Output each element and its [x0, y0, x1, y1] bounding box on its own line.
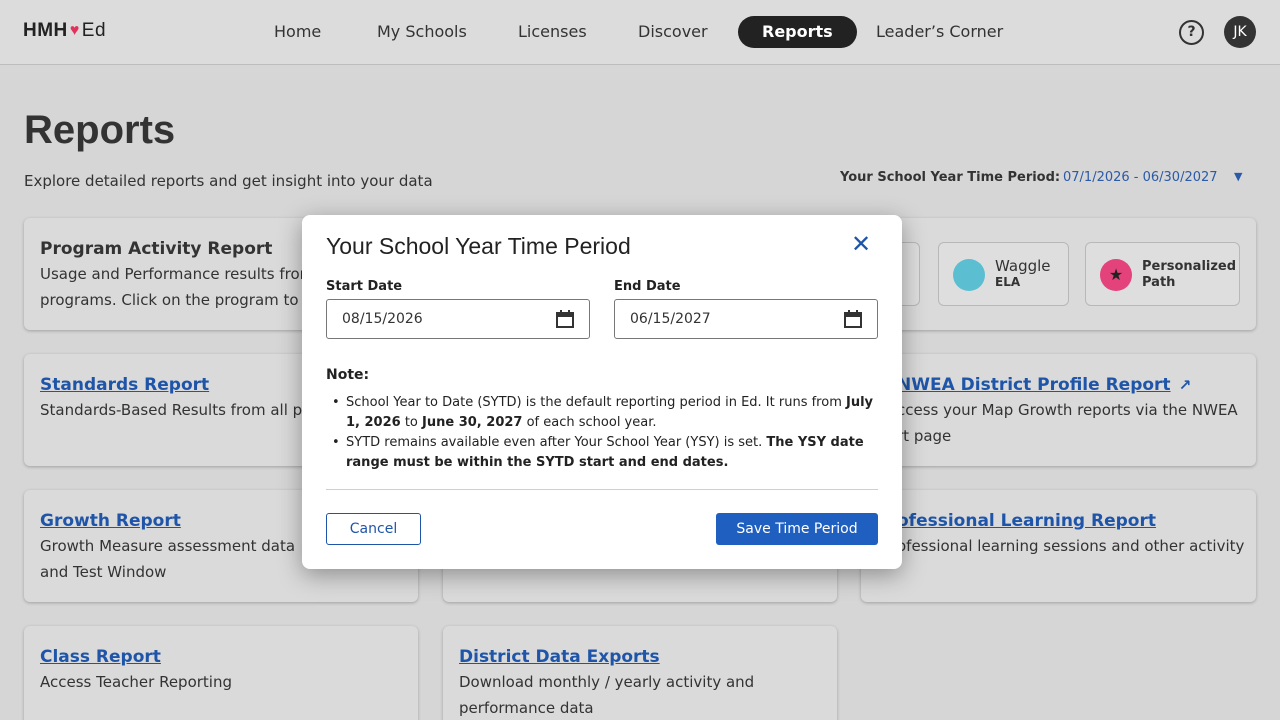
time-period-dropdown[interactable]: 07/1/2026 - 06/30/2027 [1063, 170, 1218, 185]
nav-licenses[interactable]: Licenses [494, 16, 611, 48]
end-date-label: End Date [614, 279, 681, 294]
district-data-exports-desc-1: Download monthly / yearly activity and [459, 673, 755, 691]
external-link-icon: ↗ [1178, 376, 1192, 394]
logo-ed-text: Ed [81, 20, 107, 41]
class-report-link[interactable]: Class Report [40, 647, 161, 667]
logo-text: HMH [23, 20, 68, 41]
growth-report-desc-1: Growth Measure assessment data [40, 537, 296, 555]
class-report-desc: Access Teacher Reporting [40, 673, 232, 691]
standards-report-desc: Standards-Based Results from all p [40, 401, 303, 419]
calendar-icon[interactable] [843, 309, 863, 329]
user-avatar[interactable]: JK [1224, 16, 1256, 48]
top-navigation-bar: HMH ♥ Ed Home My Schools Licenses Discov… [0, 0, 1280, 65]
caret-down-icon[interactable]: ▼ [1234, 170, 1242, 183]
nav-reports[interactable]: Reports [738, 16, 857, 48]
note-1-text-c: to [400, 415, 423, 430]
page-title: Reports [24, 108, 176, 152]
professional-learning-desc: ofessional learning sessions and other a… [897, 537, 1245, 555]
program-button-personalized-path[interactable]: ★ Personalized Path [1085, 242, 1240, 306]
note-item-ysy: SYTD remains available even after Your S… [332, 433, 882, 473]
start-date-field[interactable]: 08/15/2026 [326, 299, 590, 339]
waggle-sub: ELA [995, 275, 1021, 289]
district-data-exports-card[interactable]: District Data Exports Download monthly /… [443, 626, 837, 720]
district-data-exports-link[interactable]: District Data Exports [459, 647, 660, 667]
note-list: School Year to Date (SYTD) is the defaul… [332, 393, 882, 473]
page-subtitle: Explore detailed reports and get insight… [24, 172, 433, 190]
personalized-path-line2: Path [1142, 275, 1176, 290]
nwea-report-desc-2: rt page [897, 427, 952, 445]
modal-title: Your School Year Time Period [326, 233, 631, 259]
growth-report-link[interactable]: Growth Report [40, 511, 181, 531]
waggle-label: Waggle ELA [995, 258, 1051, 290]
note-2-text-a: SYTD remains available even after Your S… [346, 435, 767, 450]
help-icon[interactable]: ? [1179, 20, 1204, 45]
close-icon[interactable]: ✕ [848, 231, 874, 257]
program-button-waggle[interactable]: Waggle ELA [938, 242, 1069, 306]
time-period-label: Your School Year Time Period: [840, 170, 1061, 185]
save-time-period-button[interactable]: Save Time Period [716, 513, 878, 545]
note-1-text-a: School Year to Date (SYTD) is the defaul… [346, 395, 846, 410]
district-data-exports-desc-2: performance data [459, 699, 594, 717]
nwea-report-card[interactable]: NWEA District Profile Report ↗ ccess your… [861, 354, 1256, 466]
note-title: Note: [326, 367, 370, 383]
program-activity-title: Program Activity Report [40, 239, 273, 259]
personalized-path-line1: Personalized [1142, 259, 1237, 274]
time-period-modal: Your School Year Time Period ✕ Start Dat… [302, 215, 902, 569]
start-date-label: Start Date [326, 279, 403, 294]
nav-leaders-corner[interactable]: Leader’s Corner [852, 16, 1027, 48]
nwea-report-title: NWEA District Profile Report [897, 375, 1171, 395]
class-report-card[interactable]: Class Report Access Teacher Reporting [24, 626, 418, 720]
standards-report-link[interactable]: Standards Report [40, 375, 209, 395]
personalized-path-label: Personalized Path [1142, 259, 1236, 291]
start-date-value: 08/15/2026 [342, 311, 423, 327]
calendar-icon[interactable] [555, 309, 575, 329]
note-1-end-date: June 30, 2027 [422, 415, 523, 430]
nav-discover[interactable]: Discover [614, 16, 732, 48]
star-icon: ★ [1100, 259, 1132, 291]
professional-learning-link[interactable]: ofessional Learning Report [897, 511, 1156, 531]
hmh-ed-logo[interactable]: HMH ♥ Ed [23, 20, 106, 42]
end-date-field[interactable]: 06/15/2027 [614, 299, 878, 339]
nav-home[interactable]: Home [250, 16, 345, 48]
note-1-text-e: of each school year. [522, 415, 657, 430]
waggle-avatar-icon [953, 259, 985, 291]
end-date-value: 06/15/2027 [630, 311, 711, 327]
modal-divider [326, 489, 878, 490]
nwea-report-desc-1: ccess your Map Growth reports via the NW… [897, 401, 1238, 419]
nav-my-schools[interactable]: My Schools [353, 16, 491, 48]
cancel-button[interactable]: Cancel [326, 513, 421, 545]
program-activity-desc-1: Usage and Performance results from [40, 265, 315, 283]
professional-learning-card[interactable]: ofessional Learning Report ofessional le… [861, 490, 1256, 602]
growth-report-desc-2: and Test Window [40, 563, 167, 581]
program-activity-desc-2: programs. Click on the program to [40, 291, 299, 309]
heart-check-icon: ♥ [69, 22, 80, 39]
waggle-name: Waggle [995, 257, 1051, 275]
nwea-report-link[interactable]: NWEA District Profile Report ↗ [897, 375, 1191, 395]
note-item-sytd: School Year to Date (SYTD) is the defaul… [332, 393, 882, 433]
